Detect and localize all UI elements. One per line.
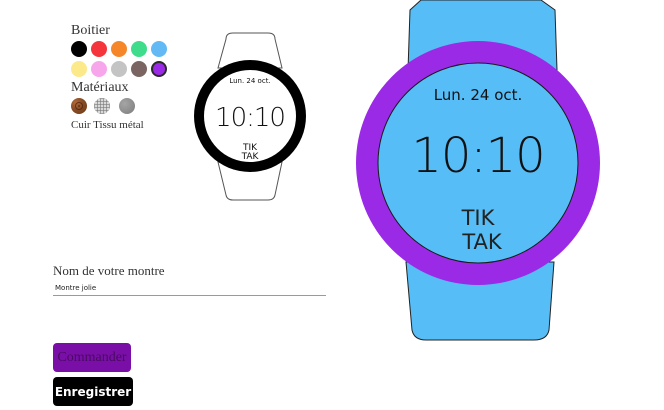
large-watch-logo-tik: TIK — [461, 206, 496, 230]
case-color-swatch-light-gray[interactable] — [111, 61, 127, 77]
large-watch-time: 10:10 — [411, 128, 544, 184]
case-color-swatch-purple[interactable] — [151, 61, 167, 77]
case-color-swatch-orange[interactable] — [111, 41, 127, 57]
fabric-material-option[interactable] — [94, 98, 110, 114]
watch-name-input[interactable] — [53, 281, 326, 296]
small-watch-preview: Lun. 24 oct. 10:10 TIK TAK — [194, 32, 306, 201]
case-color-swatch-brown[interactable] — [131, 61, 147, 77]
large-watch-preview: Lun. 24 oct. 10:10 TIK TAK — [356, 0, 600, 341]
case-color-swatch-yellow[interactable] — [71, 61, 87, 77]
case-section-title: Boitier — [71, 23, 110, 38]
metal-material-option[interactable] — [119, 98, 135, 114]
small-watch-date: Lun. 24 oct. — [229, 77, 270, 85]
case-color-swatch-red[interactable] — [91, 41, 107, 57]
large-watch-logo-tak: TAK — [461, 230, 503, 254]
watch-name-label: Nom de votre montre — [53, 263, 165, 278]
materials-section-title: Matériaux — [71, 80, 129, 95]
case-color-swatch-green[interactable] — [131, 41, 147, 57]
order-button[interactable]: Commander — [53, 343, 131, 372]
case-color-swatch-pink[interactable] — [91, 61, 107, 77]
leather-material-option[interactable] — [71, 98, 87, 114]
small-watch-time: 10:10 — [215, 103, 285, 133]
case-color-swatch-sky-blue[interactable] — [151, 41, 167, 57]
large-watch-date: Lun. 24 oct. — [434, 86, 523, 104]
save-button[interactable]: Enregistrer — [53, 377, 133, 406]
materials-caption: Cuir Tissu métal — [71, 119, 144, 131]
small-watch-logo-tak: TAK — [241, 152, 260, 162]
case-color-swatch-black[interactable] — [71, 41, 87, 57]
